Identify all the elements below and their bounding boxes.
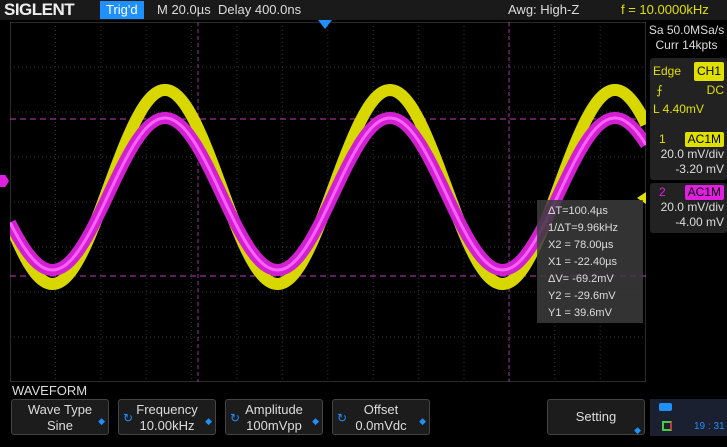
menu-title: WAVEFORM xyxy=(12,383,88,398)
ch1-panel[interactable]: 1 AC1M 20.0 mV/div -3.20 mV xyxy=(650,130,727,180)
x1: X1 = -22.40µs xyxy=(548,256,618,268)
clock: 19 : 31 xyxy=(694,421,725,432)
setting-button[interactable]: Setting ◆ xyxy=(547,399,645,435)
offset-button[interactable]: ↻ Offset 0.0mVdc ◆ xyxy=(332,399,430,435)
x2: X2 = 78.00µs xyxy=(548,239,614,251)
ch2-number: 2 xyxy=(659,185,666,199)
inverse-delta-t: 1/ΔT=9.96kHz xyxy=(548,222,619,234)
value: 0.0mVdc xyxy=(355,418,407,433)
value: 100mVpp xyxy=(246,418,302,433)
label: Setting xyxy=(575,409,617,424)
ch1-number: 1 xyxy=(659,132,666,146)
arrow-icon: ◆ xyxy=(98,416,105,426)
knob-icon: ↻ xyxy=(337,411,348,425)
label: Offset xyxy=(363,402,399,417)
timebase[interactable]: M 20.0µs xyxy=(157,0,211,20)
rising-edge-icon: ⨍ xyxy=(653,83,663,97)
value: 10.00kHz xyxy=(139,418,195,433)
ch1-scale: 20.0 mV/div xyxy=(660,147,724,161)
arrow-icon: ◆ xyxy=(634,425,641,435)
amplitude-button[interactable]: ↻ Amplitude 100mVpp ◆ xyxy=(225,399,323,435)
sample-rate: Sa 50.0MSa/s xyxy=(648,23,725,37)
ch2-coupling: AC1M xyxy=(684,185,724,200)
delta-v: ΔV= -69.2mV xyxy=(548,273,614,285)
siglent-logo: SIGLENT xyxy=(4,0,75,19)
cursor-readout: ΔT=100.4µs 1/ΔT=9.96kHz X2 = 78.00µs X1 … xyxy=(537,200,643,323)
trigger-panel[interactable]: Edge CH1 ⨍ DC L 4.40mV xyxy=(650,58,727,136)
trigger-position-marker[interactable] xyxy=(318,20,332,29)
top-bar: SIGLENT Trig'd M 20.0µs Delay 400.0ns Aw… xyxy=(0,0,727,20)
delay[interactable]: Delay 400.0ns xyxy=(218,0,301,20)
softkey-menu: WAVEFORM Wave Type Sine ◆ ↻ Frequency 10.00k… xyxy=(0,382,727,436)
delta-t: ΔT=100.4µs xyxy=(548,205,608,217)
network-icon xyxy=(662,421,672,431)
trigger-coupling: DC xyxy=(706,83,724,97)
label: Wave Type xyxy=(27,402,93,417)
trigger-level: L 4.40mV xyxy=(653,102,704,116)
frequency-counter: f = 10.0000kHz xyxy=(621,2,709,17)
trigger-status: Trig'd xyxy=(100,1,144,19)
y2: Y2 = -29.6mV xyxy=(548,290,616,302)
awg-load: Awg: High-Z xyxy=(508,2,580,17)
knob-icon: ↻ xyxy=(123,411,134,425)
memory-depth: Curr 14kpts xyxy=(655,38,718,52)
knob-icon: ↻ xyxy=(230,411,241,425)
arrow-icon: ◆ xyxy=(419,416,426,426)
status-area: 19 : 31 xyxy=(650,399,727,436)
ch1-offset: -3.20 mV xyxy=(675,162,724,176)
trigger-type: Edge xyxy=(653,64,682,78)
frequency-button[interactable]: ↻ Frequency 10.00kHz ◆ xyxy=(118,399,216,435)
ch2-offset-marker[interactable] xyxy=(0,175,9,187)
label: Amplitude xyxy=(245,402,303,417)
right-panel: Sa 50.0MSa/s Curr 14kpts Edge CH1 ⨍ DC L 4… xyxy=(646,20,727,382)
trigger-source: CH1 xyxy=(693,62,724,81)
y1: Y1 = 39.6mV xyxy=(548,307,612,319)
ch1-coupling: AC1M xyxy=(684,132,724,147)
ch2-offset: -4.00 mV xyxy=(675,215,724,229)
ch2-scale: 20.0 mV/div xyxy=(660,200,724,214)
label: Frequency xyxy=(136,402,198,417)
arrow-icon: ◆ xyxy=(312,416,319,426)
arrow-icon: ◆ xyxy=(205,416,212,426)
value: Sine xyxy=(46,418,74,433)
wave-type-button[interactable]: Wave Type Sine ◆ xyxy=(11,399,109,435)
ch2-panel[interactable]: 2 AC1M 20.0 mV/div -4.00 mV xyxy=(650,183,727,233)
usb-icon xyxy=(659,403,672,411)
